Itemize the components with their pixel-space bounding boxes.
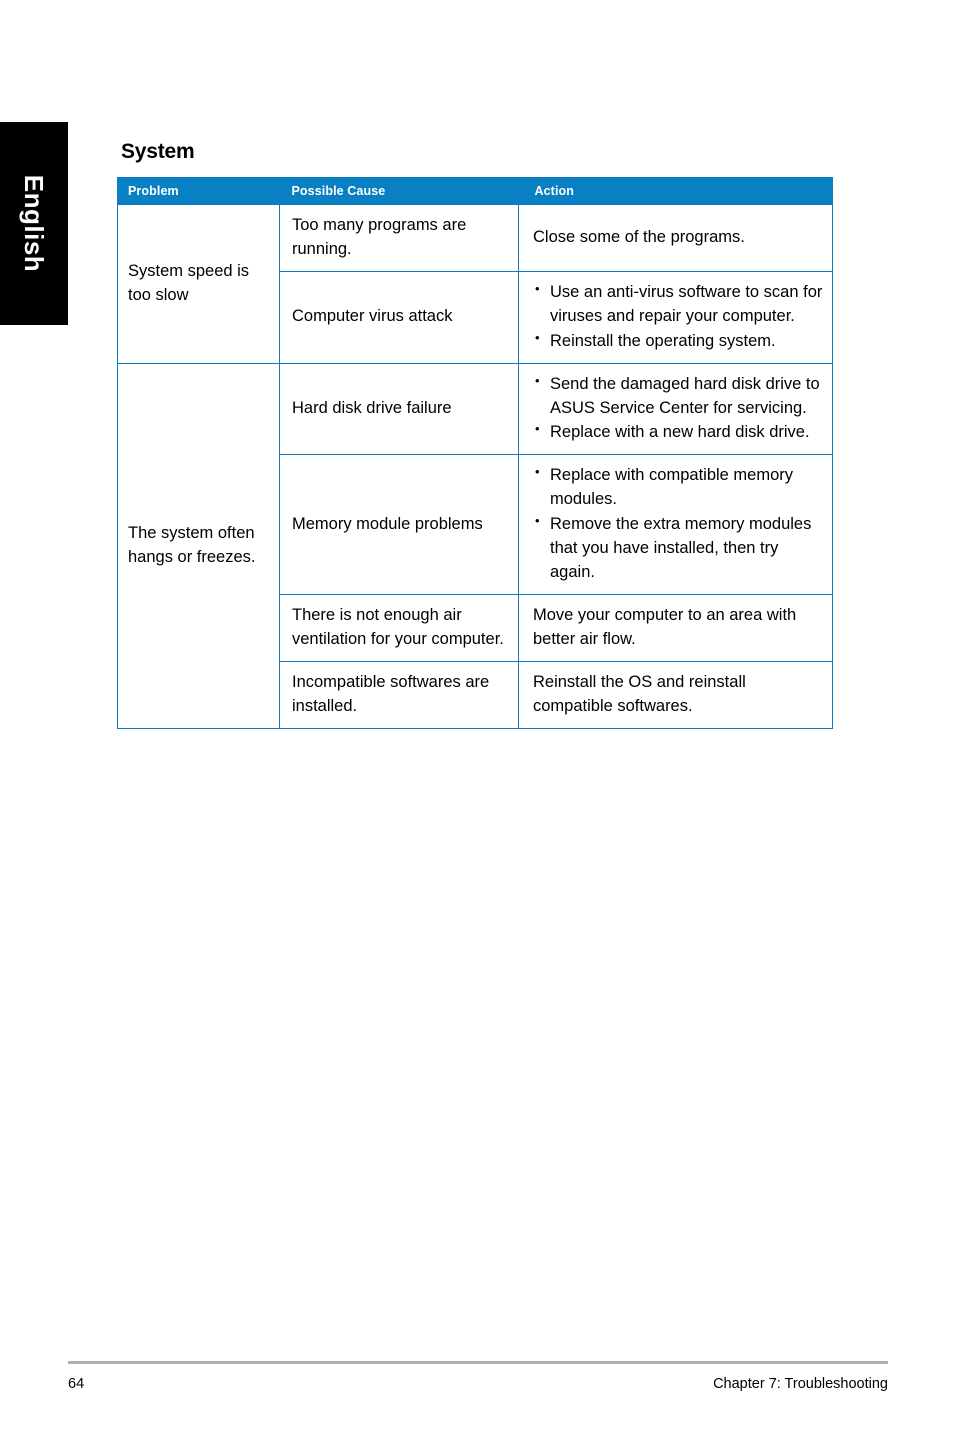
- table-row: The system often hangs or freezes. Hard …: [117, 362, 833, 729]
- table-header: Problem Possible Cause Action: [117, 177, 833, 205]
- cell-cause: Computer virus attack: [279, 270, 519, 364]
- cell-cause: There is not enough air ventilation for …: [279, 593, 519, 662]
- column-header-possible-cause: Possible Cause: [279, 177, 519, 205]
- action-bullet-list: Replace with compatible memory modules. …: [533, 463, 824, 585]
- cell-cause: Incompatible softwares are installed.: [279, 660, 519, 729]
- cell-problem: The system often hangs or freezes.: [117, 362, 280, 729]
- footer-row: 64 Chapter 7: Troubleshooting: [68, 1376, 888, 1392]
- table-body: System speed is too slow Too many progra…: [117, 204, 833, 729]
- table-row: System speed is too slow Too many progra…: [117, 204, 833, 364]
- cell-action: Close some of the programs.: [518, 204, 833, 272]
- action-bullet-list: Use an anti-virus software to scan for v…: [533, 280, 824, 354]
- action-bullet: Reinstall the operating system.: [533, 329, 824, 354]
- action-bullet: Use an anti-virus software to scan for v…: [533, 280, 824, 329]
- action-bullet: Send the damaged hard disk drive to ASUS…: [533, 372, 824, 421]
- action-bullet: Replace with a new hard disk drive.: [533, 420, 824, 445]
- cell-action: Replace with compatible memory modules. …: [518, 454, 833, 595]
- page-content: System Problem Possible Cause Action Sys…: [117, 140, 833, 729]
- column-header-action: Action: [518, 177, 833, 205]
- cell-cause: Hard disk drive failure: [279, 362, 519, 456]
- cell-action: Use an anti-virus software to scan for v…: [518, 270, 833, 364]
- page-title: System: [121, 140, 195, 163]
- cell-action: Move your computer to an area with bette…: [518, 593, 833, 662]
- action-bullet: Remove the extra memory modules that you…: [533, 512, 824, 585]
- cell-action: Reinstall the OS and reinstall compatibl…: [518, 660, 833, 729]
- action-bullet: Replace with compatible memory modules.: [533, 463, 824, 512]
- chapter-label: Chapter 7: Troubleshooting: [713, 1376, 888, 1392]
- footer-divider: [68, 1361, 888, 1364]
- cell-problem: System speed is too slow: [117, 204, 280, 364]
- troubleshooting-table: Problem Possible Cause Action System spe…: [117, 177, 833, 729]
- language-tab-label: English: [19, 174, 50, 273]
- page-number: 64: [68, 1376, 85, 1392]
- language-tab: English: [0, 122, 68, 325]
- page-footer: 64 Chapter 7: Troubleshooting: [68, 1361, 888, 1392]
- cell-cause: Too many programs are running.: [279, 204, 519, 272]
- action-bullet-list: Send the damaged hard disk drive to ASUS…: [533, 372, 824, 446]
- table-header-row: Problem Possible Cause Action: [117, 177, 833, 205]
- cell-cause: Memory module problems: [279, 454, 519, 595]
- cell-action: Send the damaged hard disk drive to ASUS…: [518, 362, 833, 456]
- column-header-problem: Problem: [117, 177, 280, 205]
